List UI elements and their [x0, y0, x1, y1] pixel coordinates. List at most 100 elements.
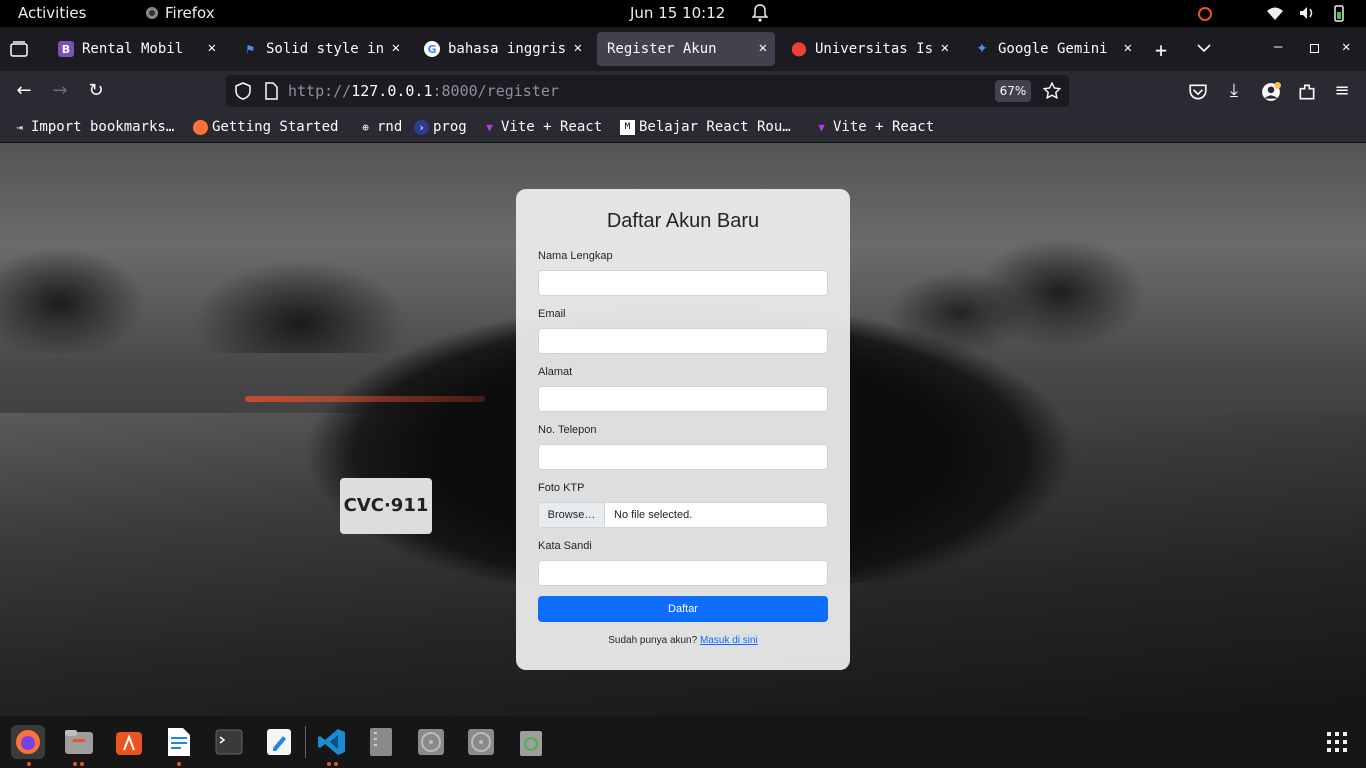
dock-firefox[interactable]	[11, 725, 45, 759]
phone-input[interactable]	[538, 444, 828, 470]
password-input[interactable]	[538, 560, 828, 586]
bookmark-getting-started[interactable]: Getting Started	[193, 119, 338, 135]
show-apps-grid-icon[interactable]	[1327, 732, 1347, 752]
running-indicator	[327, 762, 331, 766]
phone-label: No. Telepon	[538, 424, 597, 436]
window-close-icon[interactable]: ✕	[1342, 39, 1350, 55]
tab-label: Register Akun	[607, 41, 717, 57]
bookmarks-toolbar: ⇥ Import bookmarks… Getting Started ⊕ rn…	[0, 111, 1366, 143]
tab-register-akun[interactable]: Register Akun ✕	[597, 32, 775, 66]
bookmark-label: Vite + React	[501, 119, 603, 135]
new-tab-icon[interactable]: +	[1155, 38, 1167, 62]
close-icon[interactable]: ✕	[208, 40, 216, 56]
shield-icon[interactable]	[234, 82, 252, 100]
tab-universitas[interactable]: ⬤ Universitas Is ✕	[781, 32, 957, 66]
document-icon	[168, 728, 190, 756]
zoom-level-badge[interactable]: 67%	[995, 80, 1031, 102]
dock-files[interactable]	[62, 725, 96, 759]
tab-label: bahasa inggris	[448, 41, 567, 57]
globe-icon: ⊕	[362, 120, 369, 134]
close-icon[interactable]: ✕	[574, 40, 582, 56]
running-indicator	[334, 762, 338, 766]
vite-icon: ▼	[818, 120, 825, 134]
running-indicator	[80, 762, 84, 766]
running-indicator	[27, 762, 31, 766]
register-submit-button[interactable]: Daftar	[538, 596, 828, 622]
bookmark-belajar-react[interactable]: M Belajar React Rou…	[620, 119, 791, 135]
bootstrap-icon: B	[58, 41, 74, 57]
system-top-bar: Activities Firefox Jun 15 10:12	[0, 0, 1366, 27]
dock-trash[interactable]	[514, 725, 548, 759]
dock-optical-drive-2[interactable]	[464, 725, 498, 759]
ktp-file-input[interactable]: Browse… No file selected.	[538, 502, 828, 528]
firefox-icon	[146, 7, 158, 19]
running-indicator	[177, 762, 181, 766]
password-label: Kata Sandi	[538, 540, 592, 552]
activities-button[interactable]: Activities	[18, 4, 86, 22]
url-host: 127.0.0.1	[351, 82, 433, 100]
dock-separator	[305, 726, 306, 758]
running-indicator	[73, 762, 77, 766]
page-content: CVC·911 Daftar Akun Baru Nama Lengkap Em…	[0, 143, 1366, 716]
app-menu[interactable]: Firefox	[145, 4, 215, 22]
text-editor-icon	[267, 729, 291, 755]
back-icon[interactable]: ←	[14, 81, 34, 101]
email-input[interactable]	[538, 328, 828, 354]
battery-icon	[1330, 4, 1348, 22]
clock[interactable]: Jun 15 10:12	[630, 4, 725, 22]
dock-disks[interactable]	[364, 725, 398, 759]
url-text[interactable]: http://127.0.0.1:8000/register	[288, 82, 559, 100]
tab-google-gemini[interactable]: ✦ Google Gemini ✕	[964, 32, 1140, 66]
bookmark-rnd[interactable]: ⊕ rnd	[358, 119, 402, 135]
extensions-icon[interactable]	[1297, 82, 1317, 102]
bookmark-star-icon[interactable]	[1043, 82, 1061, 100]
maximize-icon[interactable]	[1310, 44, 1319, 53]
bookmark-import[interactable]: ⇥ Import bookmarks…	[12, 119, 174, 135]
dock-optical-drive-1[interactable]	[414, 725, 448, 759]
pocket-icon[interactable]	[1188, 82, 1208, 102]
volume-icon	[1298, 4, 1316, 22]
wifi-icon	[1266, 4, 1284, 22]
close-icon[interactable]: ✕	[941, 40, 949, 56]
forward-icon[interactable]: →	[50, 81, 70, 101]
bookmark-label: Import bookmarks…	[31, 119, 175, 135]
bookmark-vite-react[interactable]: ▼ Vite + React	[482, 119, 602, 135]
list-tabs-chevron-icon[interactable]	[1197, 43, 1211, 53]
bookmark-label: Belajar React Rou…	[639, 119, 791, 135]
tab-label: Solid style in	[266, 41, 385, 57]
vite-icon: ▼	[486, 120, 493, 134]
tab-solid-style[interactable]: ⚑ Solid style in ✕	[232, 32, 408, 66]
account-icon[interactable]	[1261, 82, 1281, 102]
downloads-icon[interactable]: ⤓	[1224, 81, 1244, 101]
login-link[interactable]: Masuk di sini	[700, 635, 758, 646]
bell-icon[interactable]	[752, 4, 768, 22]
ktp-photo-label: Foto KTP	[538, 482, 585, 494]
dock-text-editor[interactable]	[262, 725, 296, 759]
page-icon[interactable]	[262, 82, 280, 100]
trash-icon	[520, 731, 542, 756]
bookmark-prog[interactable]: › prog	[414, 119, 467, 135]
url-bar[interactable]: http://127.0.0.1:8000/register 67%	[226, 75, 1069, 107]
reload-icon[interactable]: ↻	[86, 81, 106, 101]
dock-app-center[interactable]	[112, 725, 146, 759]
dock-vscode[interactable]	[315, 725, 349, 759]
close-icon[interactable]: ✕	[759, 40, 767, 56]
firefox-view-icon[interactable]	[10, 41, 28, 57]
hamburger-menu-icon[interactable]: ≡	[1332, 81, 1352, 101]
bookmark-vite-react-2[interactable]: ▼ Vite + React	[814, 119, 934, 135]
close-icon[interactable]: ✕	[1124, 40, 1132, 56]
alarm-icon	[1196, 4, 1214, 22]
system-tray[interactable]	[1196, 4, 1348, 22]
app-center-icon	[116, 732, 142, 755]
tab-bahasa-inggris[interactable]: G bahasa inggris ✕	[414, 32, 590, 66]
dock-terminal[interactable]	[212, 725, 246, 759]
full-name-input[interactable]	[538, 270, 828, 296]
close-icon[interactable]: ✕	[392, 40, 400, 56]
tab-rental-mobil[interactable]: B Rental Mobil ✕	[48, 32, 224, 66]
minimize-icon[interactable]: –	[1274, 39, 1282, 55]
dock-writer[interactable]	[162, 725, 196, 759]
folder-icon	[65, 730, 93, 754]
browse-button[interactable]: Browse…	[539, 503, 605, 527]
address-input[interactable]	[538, 386, 828, 412]
address-label: Alamat	[538, 366, 573, 378]
